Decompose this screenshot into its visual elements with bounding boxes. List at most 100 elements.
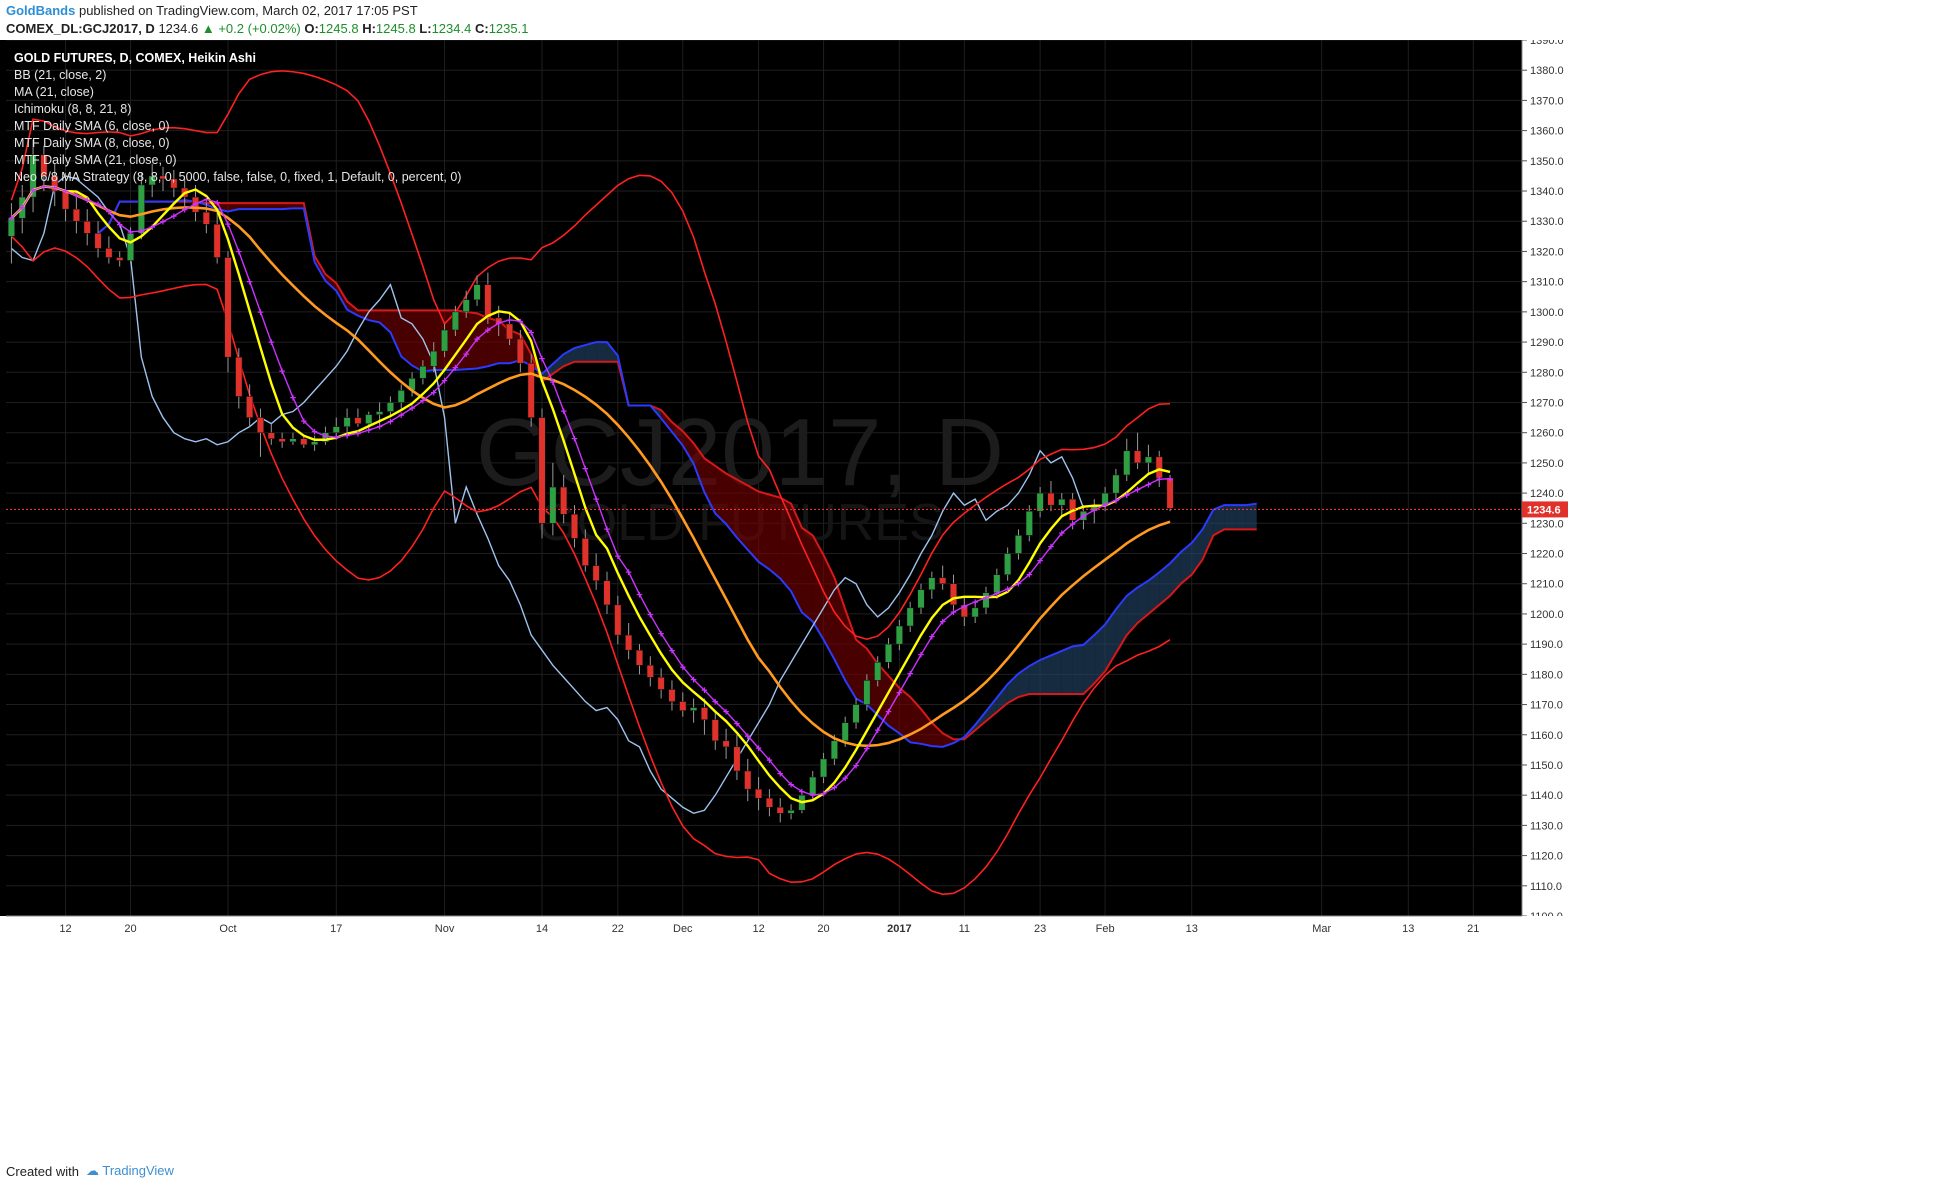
sma8-marker: + — [344, 430, 350, 442]
candle-body — [560, 486, 568, 515]
sma8-marker: + — [755, 743, 761, 755]
chart-area[interactable]: GCJ2017, D GOLD FUTURES + + + + + + + + + + + + + + + + + +… — [0, 40, 1940, 1155]
kumo-segment — [1050, 650, 1062, 694]
time-axis-label: 12 — [752, 923, 764, 935]
price-chart[interactable]: GCJ2017, DGOLD FUTURES+++ + + + + + ++++ + + + ++ +… — [0, 40, 1940, 1155]
tradingview-brand: TradingView — [102, 1163, 174, 1178]
candle-body — [267, 432, 275, 439]
sma8-marker: + — [431, 387, 437, 399]
price-change: ▲ +0.2 (+0.02%) — [201, 21, 301, 36]
kumo-segment — [596, 342, 607, 362]
candle-body — [765, 797, 773, 808]
close-label: C: — [474, 21, 489, 36]
sma8-marker: + — [409, 403, 415, 415]
created-with-text: Created with — [6, 1164, 79, 1179]
time-axis-label: Dec — [673, 923, 693, 935]
sma8-marker: + — [84, 195, 90, 207]
kumo-segment — [758, 491, 770, 570]
sma8-marker: + — [1134, 485, 1140, 497]
sma8-marker: + — [246, 276, 252, 288]
sma8-marker: + — [745, 731, 751, 743]
publish-line: GoldBands published on TradingView.com, … — [6, 3, 418, 18]
sma8-marker: + — [225, 219, 231, 231]
time-axis-label: Oct — [219, 923, 236, 935]
price-axis-label: 1140.0 — [1530, 790, 1563, 802]
legend-sma21[interactable]: MTF Daily SMA (21, close, 0) — [14, 152, 461, 169]
candle-body — [971, 607, 979, 618]
candle-body — [679, 701, 687, 711]
legend-ma[interactable]: MA (21, close) — [14, 84, 461, 101]
sma8-marker: + — [1091, 505, 1097, 517]
published-text: published on TradingView.com, March 02, … — [78, 3, 418, 18]
sma8-marker: + — [1026, 570, 1032, 582]
sma8-marker: + — [810, 790, 816, 802]
sma8-marker: + — [1124, 490, 1130, 502]
sma8-marker: + — [864, 744, 870, 756]
candle-body — [1112, 474, 1120, 494]
sma8-marker: + — [160, 217, 166, 229]
sma8-marker: + — [658, 629, 664, 641]
candle-body — [733, 746, 741, 772]
candle-body — [516, 338, 524, 364]
sma8-marker: + — [983, 593, 989, 605]
price-axis-label: 1120.0 — [1530, 851, 1563, 863]
candle-body — [592, 565, 600, 581]
candle-body — [690, 707, 698, 711]
candle-body — [895, 625, 903, 645]
candle-body — [939, 577, 947, 584]
time-axis-label: 22 — [612, 923, 624, 935]
sma8-marker: + — [1037, 556, 1043, 568]
candle-body — [83, 220, 91, 234]
price-axis-label: 1340.0 — [1530, 186, 1564, 198]
symbol-label[interactable]: COMEX_DL:GCJ2017, D — [6, 21, 155, 36]
candle-body — [473, 284, 481, 301]
candle-body — [863, 680, 871, 705]
sma8-marker: + — [398, 410, 404, 422]
candle-body — [1014, 535, 1022, 554]
sma8-marker: + — [680, 662, 686, 674]
candle-body — [451, 311, 459, 331]
low-label: L: — [419, 21, 432, 36]
sma8-marker: + — [62, 186, 68, 198]
candle-body — [755, 788, 763, 799]
sma8-marker: + — [106, 206, 112, 218]
price-axis-label: 1320.0 — [1530, 246, 1564, 258]
sma8-marker: + — [1167, 474, 1173, 486]
kumo-segment — [769, 494, 781, 579]
candle-body — [430, 350, 438, 367]
legend-strategy[interactable]: Neo 6/8 MA Strategy (8, 8, 0, 5000, fals… — [14, 169, 461, 186]
legend-sma8[interactable]: MTF Daily SMA (8, close, 0) — [14, 135, 461, 152]
sma8-marker: + — [799, 786, 805, 798]
candle-body — [571, 513, 578, 539]
candle-body — [441, 329, 449, 352]
legend-main-series[interactable]: GOLD FUTURES, D, COMEX, Heikin Ashi — [14, 50, 461, 67]
kumo-segment — [1235, 505, 1246, 530]
sma8-marker: + — [376, 422, 382, 434]
publisher-name[interactable]: GoldBands — [6, 3, 75, 18]
candle-body — [484, 284, 492, 319]
sma8-marker: + — [690, 675, 696, 687]
legend-sma6[interactable]: MTF Daily SMA (6, close, 0) — [14, 118, 461, 135]
legend-ichimoku[interactable]: Ichimoku (8, 8, 21, 8) — [14, 101, 461, 118]
sma8-marker: + — [181, 205, 187, 217]
time-axis-label: 21 — [1467, 923, 1479, 935]
candle-body — [1047, 492, 1055, 506]
legend-bb[interactable]: BB (21, close, 2) — [14, 67, 461, 84]
time-axis-label: 14 — [536, 923, 548, 935]
candle-body — [917, 589, 925, 609]
sma8-marker: + — [311, 427, 317, 439]
tradingview-logo[interactable]: ☁ TradingView — [86, 1163, 174, 1179]
high-value: 1245.8 — [375, 21, 416, 36]
sma8-marker: + — [571, 433, 577, 445]
candle-body — [700, 707, 708, 720]
candle-body — [646, 665, 654, 678]
footer: Created with ☁ TradingView — [0, 1155, 1940, 1191]
sma8-marker: + — [885, 706, 891, 718]
candle-body — [311, 441, 319, 446]
candle-body — [625, 634, 633, 651]
kumo-segment — [780, 497, 792, 592]
candle-body — [711, 719, 719, 742]
sma8-marker: + — [723, 707, 729, 719]
candle-body — [365, 414, 373, 424]
candle-body — [1144, 456, 1152, 464]
